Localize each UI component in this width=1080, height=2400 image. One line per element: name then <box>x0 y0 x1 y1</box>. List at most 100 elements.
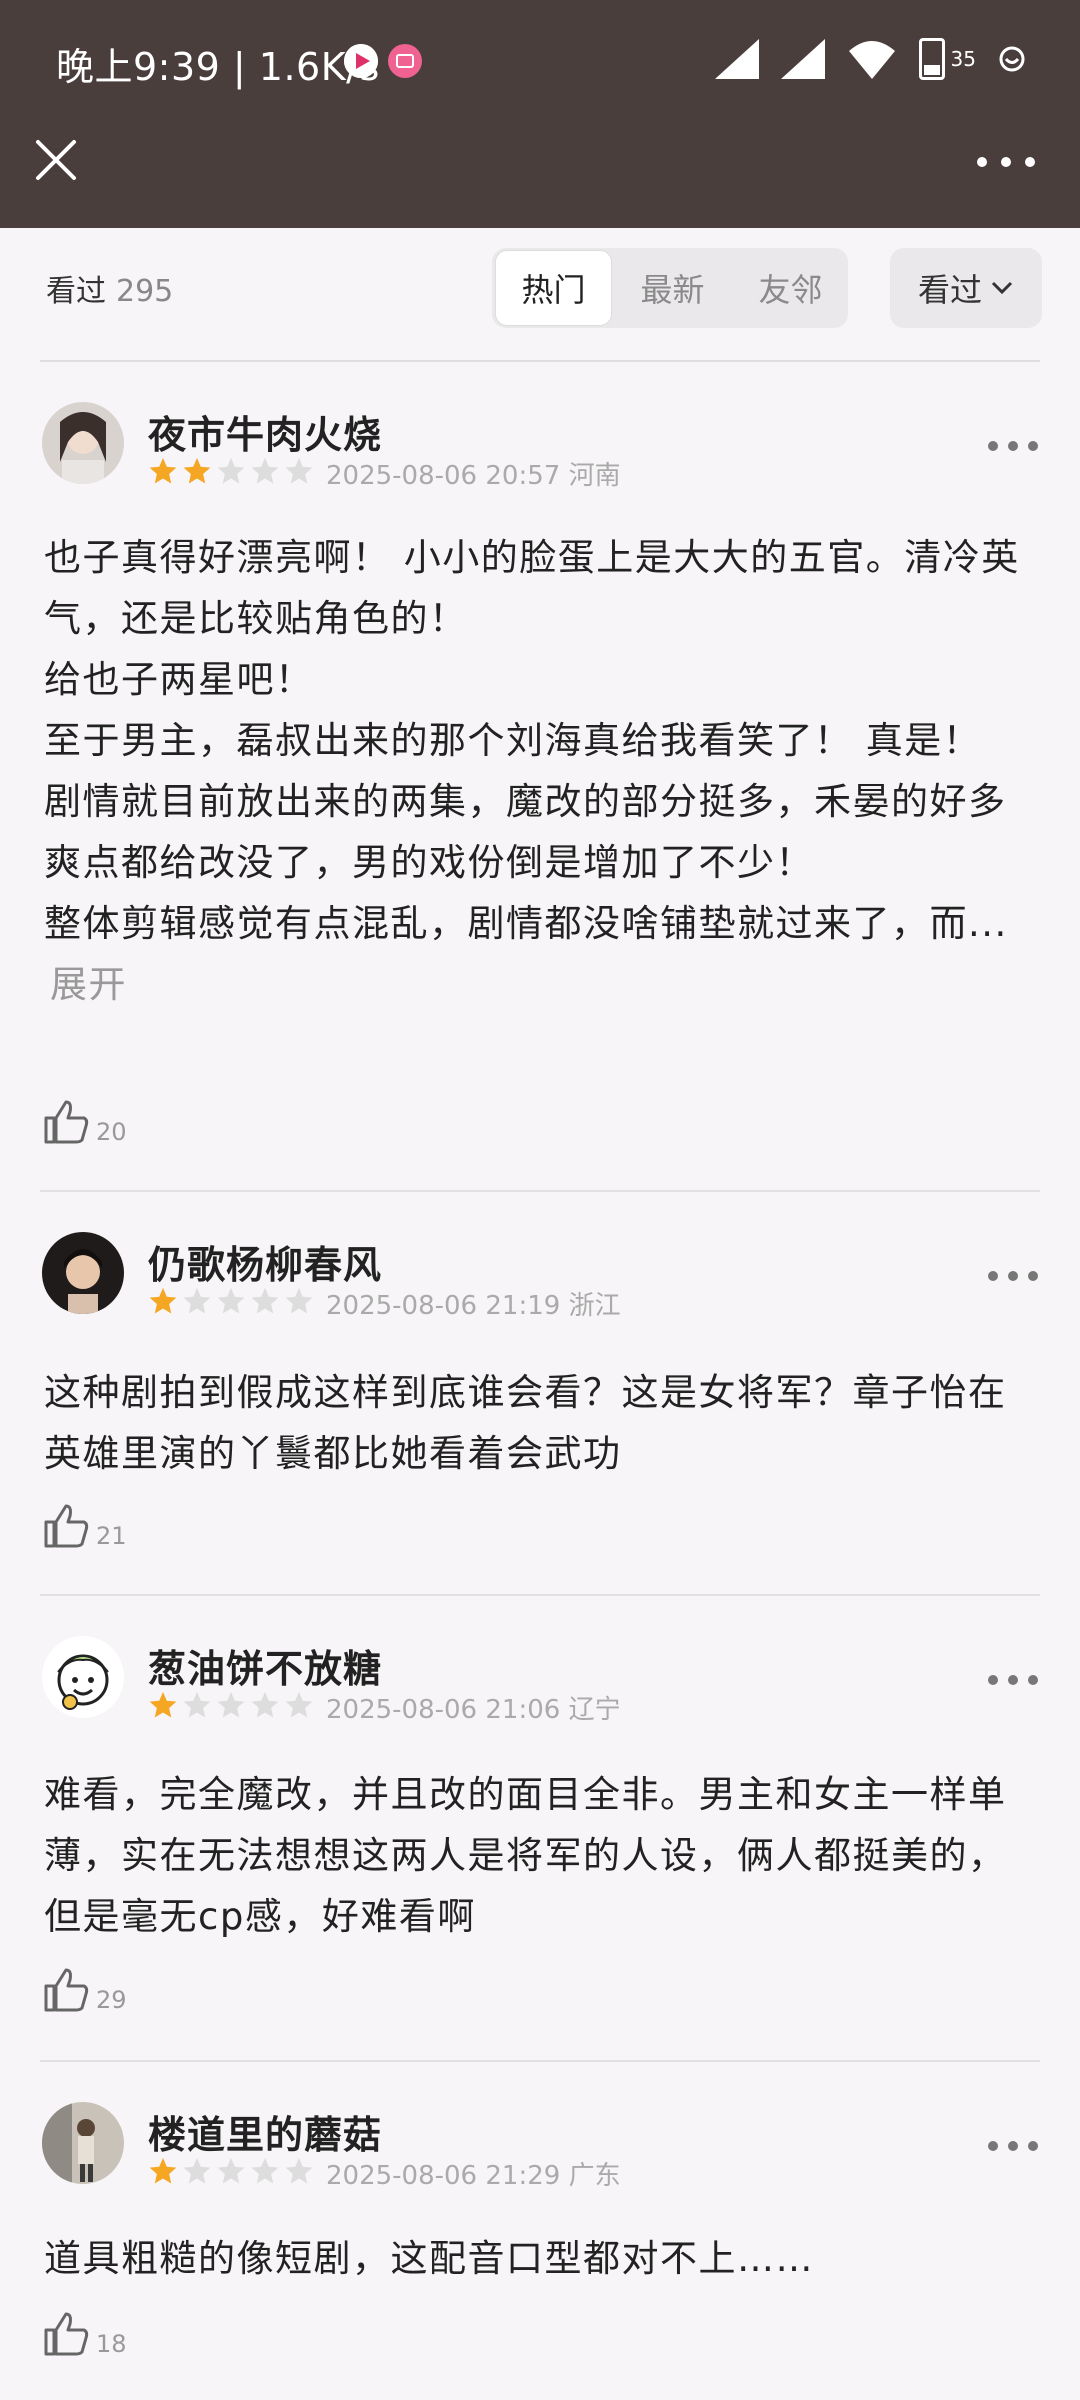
like-button[interactable]: 18 <box>42 2310 127 2358</box>
divider <box>40 1190 1040 1192</box>
review-location: 辽宁 <box>568 1695 621 1725</box>
battery-indicator: 35 <box>918 38 976 80</box>
review-more-icon[interactable] <box>986 1670 1040 1690</box>
video-app-icon <box>344 44 378 78</box>
review-more-icon[interactable] <box>986 2136 1040 2156</box>
rating-stars <box>148 2156 314 2186</box>
review-meta: 2025-08-06 21:06 辽宁 <box>326 1689 621 1726</box>
more-options-icon[interactable] <box>974 138 1038 186</box>
status-bar: 晚上9:39 | 1.6K/s 35 <box>0 0 1080 120</box>
review-meta: 2025-08-06 21:19 浙江 <box>326 1285 621 1322</box>
review-location: 广东 <box>568 2161 621 2191</box>
tab-hot[interactable]: 热门 <box>495 250 612 326</box>
like-button[interactable]: 29 <box>42 1966 127 2014</box>
review-username[interactable]: 仍歌杨柳春风 <box>148 1234 382 1289</box>
review-paragraph-truncated: 整体剪辑感觉有点混乱，剧情都没啥铺垫就过来了，而... <box>44 902 1008 945</box>
like-count: 29 <box>96 1986 127 2014</box>
filter-dropdown[interactable]: 看过 <box>890 248 1042 328</box>
filter-label: 看过 <box>917 271 982 309</box>
star-empty-icon <box>285 1691 313 1718</box>
review-username[interactable]: 楼道里的蘑菇 <box>148 2104 382 2159</box>
title-bar <box>0 120 1080 228</box>
avatar[interactable] <box>42 1232 124 1314</box>
star-filled-icon <box>149 1287 177 1314</box>
star-empty-icon <box>217 2157 245 2184</box>
star-empty-icon <box>251 1691 279 1718</box>
star-filled-icon <box>149 457 177 484</box>
review-paragraph: 这种剧拍到假成这样到底谁会看？这是女将军？章子怡在英雄里演的丫鬟都比她看着会武功 <box>44 1371 1007 1475</box>
like-count: 20 <box>96 1118 127 1146</box>
status-time: 晚上9:39 | 1.6K/s <box>56 45 380 89</box>
review-meta: 2025-08-06 20:57 河南 <box>326 455 621 492</box>
star-empty-icon <box>183 1691 211 1718</box>
avatar[interactable] <box>42 402 124 484</box>
sort-tabs: 热门 最新 友邻 <box>492 248 848 328</box>
star-filled-icon <box>183 457 211 484</box>
divider <box>40 2060 1040 2062</box>
battery-icon <box>918 38 945 80</box>
star-empty-icon <box>285 1287 313 1314</box>
avatar[interactable] <box>42 1636 124 1718</box>
review-more-icon[interactable] <box>986 436 1040 456</box>
review-location: 河南 <box>568 461 621 491</box>
review-paragraph: 也子真得好漂亮啊！ 小小的脸蛋上是大大的五官。清冷英气，还是比较贴角色的！ <box>44 536 1020 640</box>
star-empty-icon <box>251 2157 279 2184</box>
wifi-icon <box>848 41 895 79</box>
review-more-icon[interactable] <box>986 1266 1040 1286</box>
review-paragraph: 剧情就目前放出来的两集，魔改的部分挺多，禾晏的好多爽点都给改没了，男的戏份倒是增… <box>44 780 1007 884</box>
signal-icon <box>780 39 825 79</box>
star-empty-icon <box>251 1287 279 1314</box>
star-empty-icon <box>217 1691 245 1718</box>
review-paragraph: 整体剪辑感觉有点混乱，剧情都没啥铺垫就过来了，而... 展开 <box>44 893 1034 1015</box>
divider <box>40 360 1040 362</box>
star-empty-icon <box>251 457 279 484</box>
expand-link[interactable]: 展开 <box>50 963 127 1006</box>
review-date: 2025-08-06 21:19 <box>326 1291 561 1321</box>
rating-stars <box>148 1690 314 1720</box>
review-text: 这种剧拍到假成这样到底谁会看？这是女将军？章子怡在英雄里演的丫鬟都比她看着会武功 <box>44 1362 1034 1484</box>
tab-latest[interactable]: 最新 <box>615 251 730 325</box>
star-empty-icon <box>183 1287 211 1314</box>
review-paragraph: 给也子两星吧！ <box>44 658 314 701</box>
seen-label: 看过 <box>46 274 106 309</box>
chevron-down-icon <box>991 281 1013 295</box>
divider <box>40 1594 1040 1596</box>
star-empty-icon <box>285 2157 313 2184</box>
star-empty-icon <box>217 457 245 484</box>
tab-friends[interactable]: 友邻 <box>733 251 848 325</box>
thumbs-up-icon <box>44 1968 89 2012</box>
star-filled-icon <box>149 1691 177 1718</box>
review-text: 道具粗糙的像短剧，这配音口型都对不上…… <box>44 2228 1034 2289</box>
star-empty-icon <box>183 2157 211 2184</box>
star-empty-icon <box>217 1287 245 1314</box>
thumbs-up-icon <box>44 1504 89 1548</box>
review-date: 2025-08-06 21:29 <box>326 2161 561 2191</box>
close-icon[interactable] <box>30 134 82 186</box>
review-username[interactable]: 夜市牛肉火烧 <box>148 404 382 459</box>
like-button[interactable]: 20 <box>42 1098 127 1146</box>
like-button[interactable]: 21 <box>42 1502 127 1550</box>
review-text: 也子真得好漂亮啊！ 小小的脸蛋上是大大的五官。清冷英气，还是比较贴角色的！ 给也… <box>44 527 1034 1015</box>
review-paragraph: 难看，完全魔改，并且改的面目全非。男主和女主一样单薄，实在无法想想这两人是将军的… <box>44 1773 1007 1938</box>
seen-count: 看过 295 <box>46 266 173 310</box>
like-count: 21 <box>96 1522 127 1550</box>
rating-stars <box>148 1286 314 1316</box>
star-filled-icon <box>149 2157 177 2184</box>
review-username[interactable]: 葱油饼不放糖 <box>148 1638 382 1693</box>
message-app-icon <box>388 44 422 78</box>
review-date: 2025-08-06 20:57 <box>326 461 561 491</box>
rating-stars <box>148 456 314 486</box>
thumbs-up-icon <box>44 1100 89 1144</box>
review-text: 难看，完全魔改，并且改的面目全非。男主和女主一样单薄，实在无法想想这两人是将军的… <box>44 1764 1034 1947</box>
smile-icon <box>999 46 1025 72</box>
star-empty-icon <box>285 457 313 484</box>
signal-icon <box>714 39 759 79</box>
like-count: 18 <box>96 2330 127 2358</box>
review-meta: 2025-08-06 21:29 广东 <box>326 2155 621 2192</box>
battery-level: 35 <box>950 47 976 71</box>
review-paragraph: 至于男主，磊叔出来的那个刘海真给我看笑了！ 真是！ <box>44 719 982 762</box>
avatar[interactable] <box>42 2102 124 2184</box>
review-paragraph: 道具粗糙的像短剧，这配音口型都对不上…… <box>44 2237 814 2280</box>
review-location: 浙江 <box>568 1291 621 1321</box>
review-date: 2025-08-06 21:06 <box>326 1695 561 1725</box>
